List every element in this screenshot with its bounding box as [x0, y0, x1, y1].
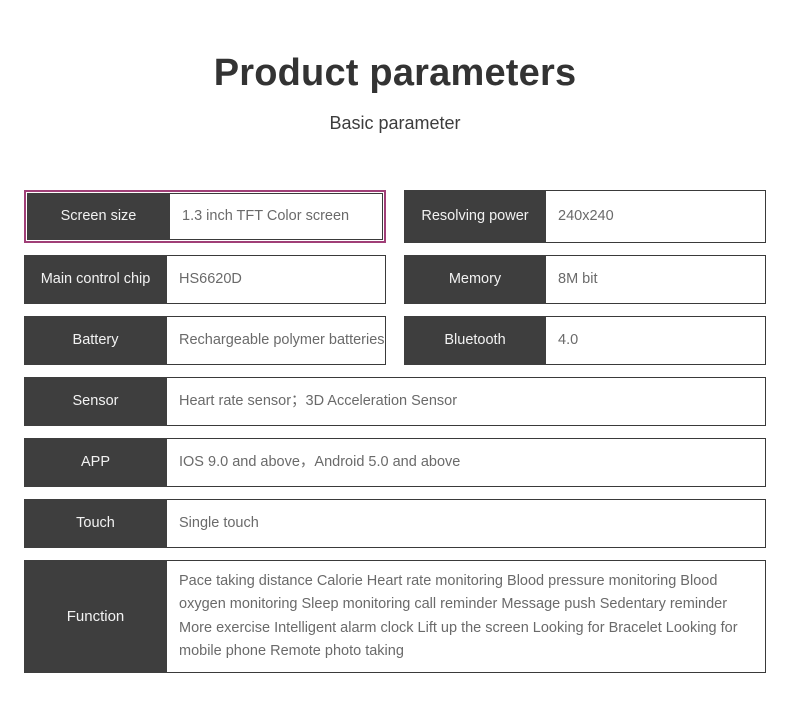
spec-value: IOS 9.0 and above，Android 5.0 and above [167, 438, 766, 487]
spec-label: Battery [24, 316, 167, 365]
spec-label: Screen size [27, 193, 170, 240]
spec-cell-battery: Battery Rechargeable polymer batteries [24, 316, 386, 365]
page-title: Product parameters [213, 52, 577, 94]
spec-value: Pace taking distance Calorie Heart rate … [167, 560, 766, 673]
spec-label: Sensor [24, 377, 167, 426]
spec-value: 4.0 [546, 316, 766, 365]
spec-label: Resolving power [404, 190, 546, 243]
spec-label: Memory [404, 255, 546, 304]
spec-cell-bluetooth: Bluetooth 4.0 [404, 316, 766, 365]
table-row: Screen size 1.3 inch TFT Color screen Re… [24, 190, 766, 243]
spec-cell-main-control-chip: Main control chip HS6620D [24, 255, 386, 304]
spec-label: APP [24, 438, 167, 487]
parameters-table: Screen size 1.3 inch TFT Color screen Re… [24, 190, 766, 685]
spec-label: Function [24, 560, 167, 673]
spec-value: 8M bit [546, 255, 766, 304]
table-row: Main control chip HS6620D Memory 8M bit [24, 255, 766, 304]
table-row: Battery Rechargeable polymer batteries B… [24, 316, 766, 365]
table-row: Sensor Heart rate sensor；3D Acceleration… [24, 377, 766, 426]
spec-cell-touch: Touch Single touch [24, 499, 766, 548]
spec-cell-sensor: Sensor Heart rate sensor；3D Acceleration… [24, 377, 766, 426]
spec-label: Touch [24, 499, 167, 548]
spec-cell-function: Function Pace taking distance Calorie He… [24, 560, 766, 673]
page-subtitle: Basic parameter [329, 113, 461, 133]
spec-value: HS6620D [167, 255, 386, 304]
spec-value: 240x240 [546, 190, 766, 243]
spec-cell-resolving-power: Resolving power 240x240 [404, 190, 766, 243]
spec-cell-memory: Memory 8M bit [404, 255, 766, 304]
spec-cell-app: APP IOS 9.0 and above，Android 5.0 and ab… [24, 438, 766, 487]
spec-label: Main control chip [24, 255, 167, 304]
table-row: APP IOS 9.0 and above，Android 5.0 and ab… [24, 438, 766, 487]
spec-value: Single touch [167, 499, 766, 548]
spec-label: Bluetooth [404, 316, 546, 365]
spec-value: Heart rate sensor；3D Acceleration Sensor [167, 377, 766, 426]
spec-cell-screen-size: Screen size 1.3 inch TFT Color screen [24, 190, 386, 243]
spec-value: 1.3 inch TFT Color screen [170, 193, 383, 240]
table-row: Touch Single touch [24, 499, 766, 548]
spec-value: Rechargeable polymer batteries [167, 316, 386, 365]
product-parameters-page: Product parameters Basic parameter Scree… [0, 0, 790, 712]
table-row: Function Pace taking distance Calorie He… [24, 560, 766, 673]
